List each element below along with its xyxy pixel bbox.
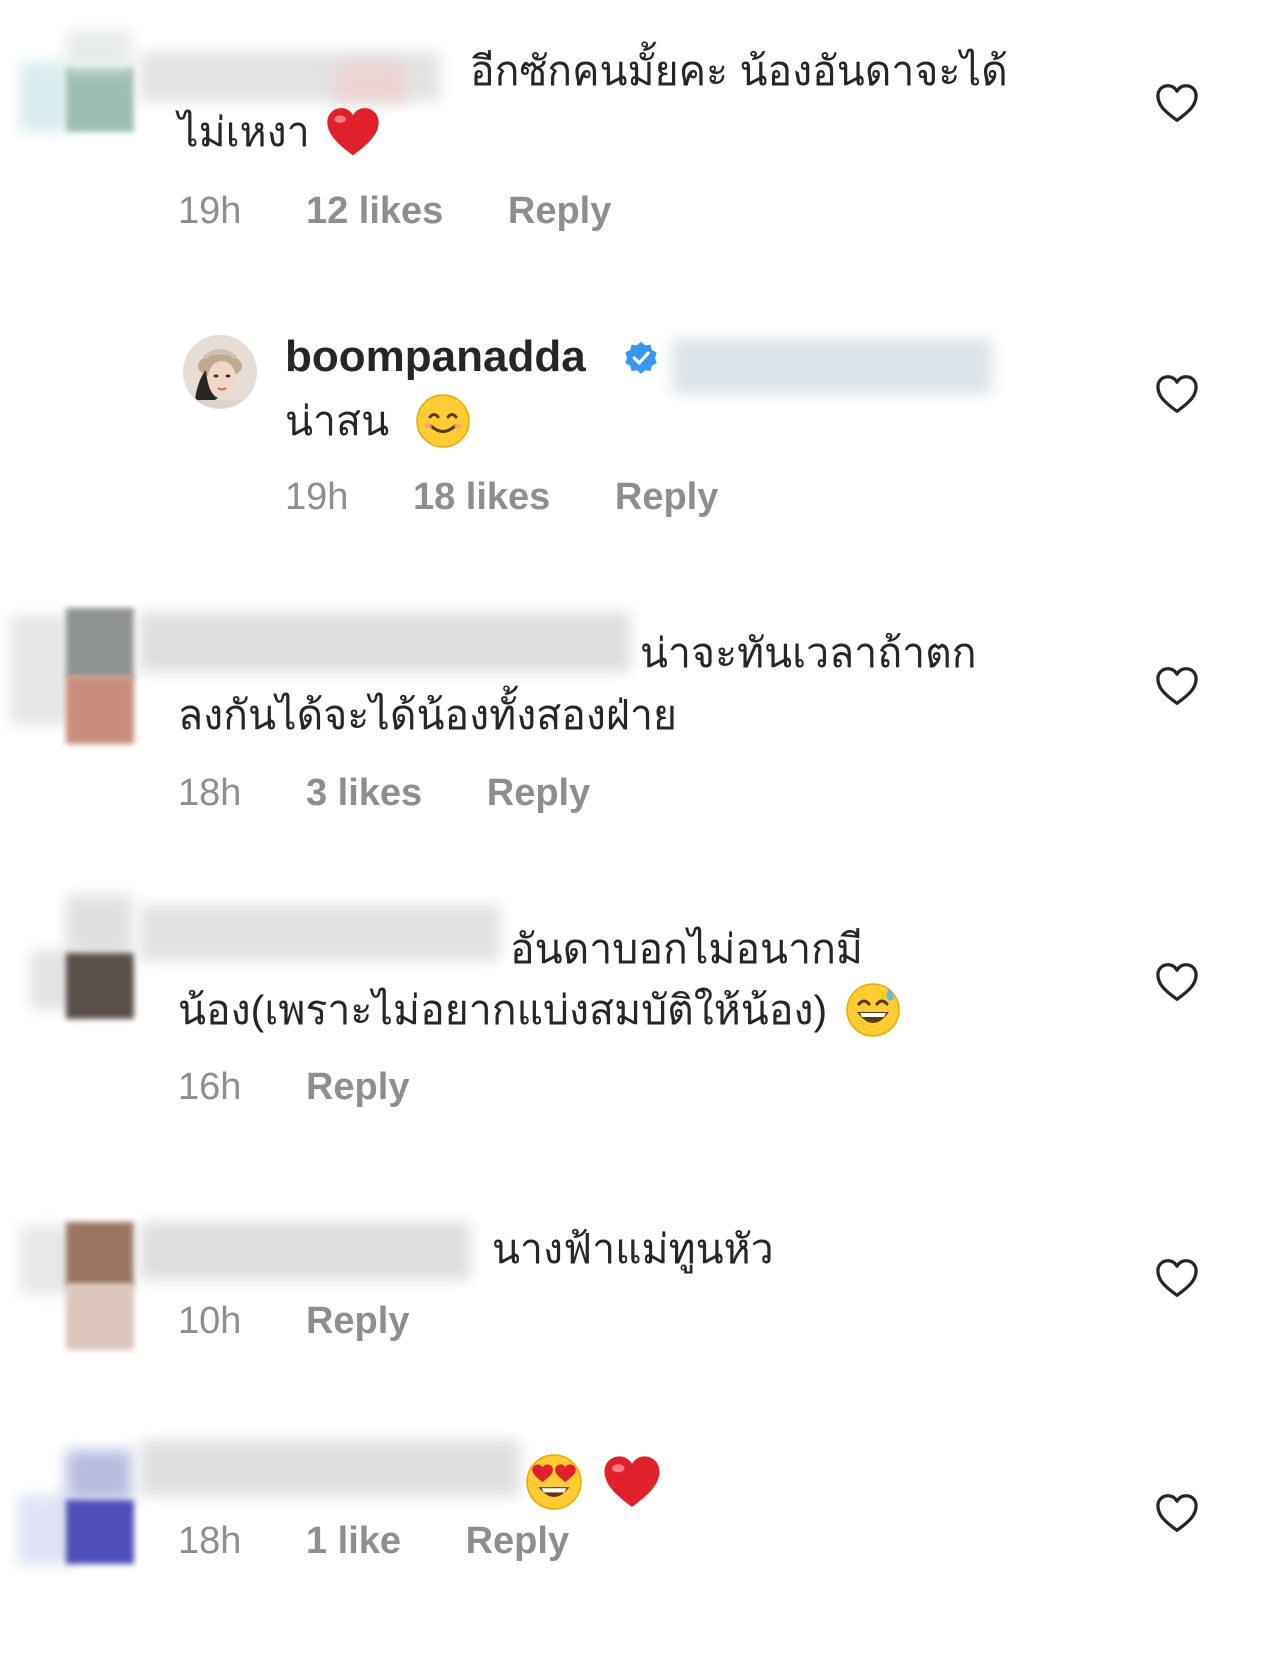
timestamp: 19h bbox=[285, 476, 349, 518]
reply-button[interactable]: Reply bbox=[306, 1300, 409, 1343]
timestamp: 19h bbox=[178, 190, 242, 232]
like-heart-icon[interactable] bbox=[1155, 1258, 1199, 1298]
username[interactable]: boompanadda bbox=[285, 332, 586, 382]
like-heart-icon[interactable] bbox=[1155, 666, 1199, 706]
comment-meta: 16h Reply bbox=[178, 1066, 463, 1109]
like-heart-icon[interactable] bbox=[1155, 1493, 1199, 1533]
avatar[interactable] bbox=[183, 335, 257, 409]
avatar-image bbox=[184, 336, 256, 408]
reply-button[interactable]: Reply bbox=[615, 476, 718, 519]
comment-meta: 10h Reply bbox=[178, 1300, 463, 1343]
red-heart-emoji bbox=[602, 1454, 662, 1510]
likes-count[interactable]: 18 likes bbox=[413, 476, 550, 519]
mention-blurred[interactable] bbox=[672, 338, 992, 394]
comment-text: อันดาบอกไม่อนากมี bbox=[510, 926, 863, 972]
comment-text-line2: ลงกันได้จะได้น้องทั้งสองฝ่าย bbox=[178, 692, 677, 738]
reply-button[interactable]: Reply bbox=[487, 772, 590, 815]
timestamp: 16h bbox=[178, 1066, 242, 1108]
username-blurred[interactable] bbox=[140, 1222, 470, 1280]
comment-meta: 19h 12 likes Reply bbox=[178, 190, 665, 233]
comment-text: อีกซักคนมั้ยคะ น้องอันดาจะได้ bbox=[470, 48, 1008, 94]
smiling-face-emoji bbox=[415, 394, 470, 448]
comment-text-line2: น้อง(เพราะไม่อยากแบ่งสมบัติให้น้อง) bbox=[178, 979, 901, 1041]
comment-text: น่าจะทันเวลาถ้าตก bbox=[640, 630, 977, 676]
username-blurred[interactable] bbox=[140, 1440, 520, 1496]
username-blurred[interactable] bbox=[140, 905, 500, 961]
reply-button[interactable]: Reply bbox=[508, 190, 611, 233]
comment-text bbox=[525, 1448, 662, 1511]
comment-meta: 19h 18 likes Reply bbox=[285, 476, 772, 519]
comment-text: น่าสน bbox=[285, 390, 471, 452]
timestamp: 18h bbox=[178, 1520, 242, 1562]
comment-text: นางฟ้าแม่ทูนหัว bbox=[492, 1226, 774, 1272]
heart-eyes-emoji bbox=[526, 1454, 582, 1510]
reply-button[interactable]: Reply bbox=[466, 1520, 569, 1563]
comment-meta: 18h 1 like Reply bbox=[178, 1520, 623, 1563]
reply-button[interactable]: Reply bbox=[306, 1066, 409, 1109]
like-heart-icon[interactable] bbox=[1155, 374, 1199, 414]
comment-text-line2: ไม่เหงา bbox=[178, 101, 381, 163]
username-blurred[interactable] bbox=[140, 612, 630, 672]
grinning-sweat-emoji bbox=[845, 983, 900, 1037]
like-heart-icon[interactable] bbox=[1155, 962, 1199, 1002]
comment-meta: 18h 3 likes Reply bbox=[178, 772, 644, 815]
likes-count[interactable]: 12 likes bbox=[306, 190, 443, 233]
likes-count[interactable]: 3 likes bbox=[306, 772, 422, 815]
red-heart-emoji bbox=[325, 106, 381, 158]
likes-count[interactable]: 1 like bbox=[306, 1520, 401, 1563]
verified-badge-icon bbox=[625, 341, 657, 374]
timestamp: 18h bbox=[178, 772, 242, 814]
timestamp: 10h bbox=[178, 1300, 242, 1342]
like-heart-icon[interactable] bbox=[1155, 83, 1199, 123]
